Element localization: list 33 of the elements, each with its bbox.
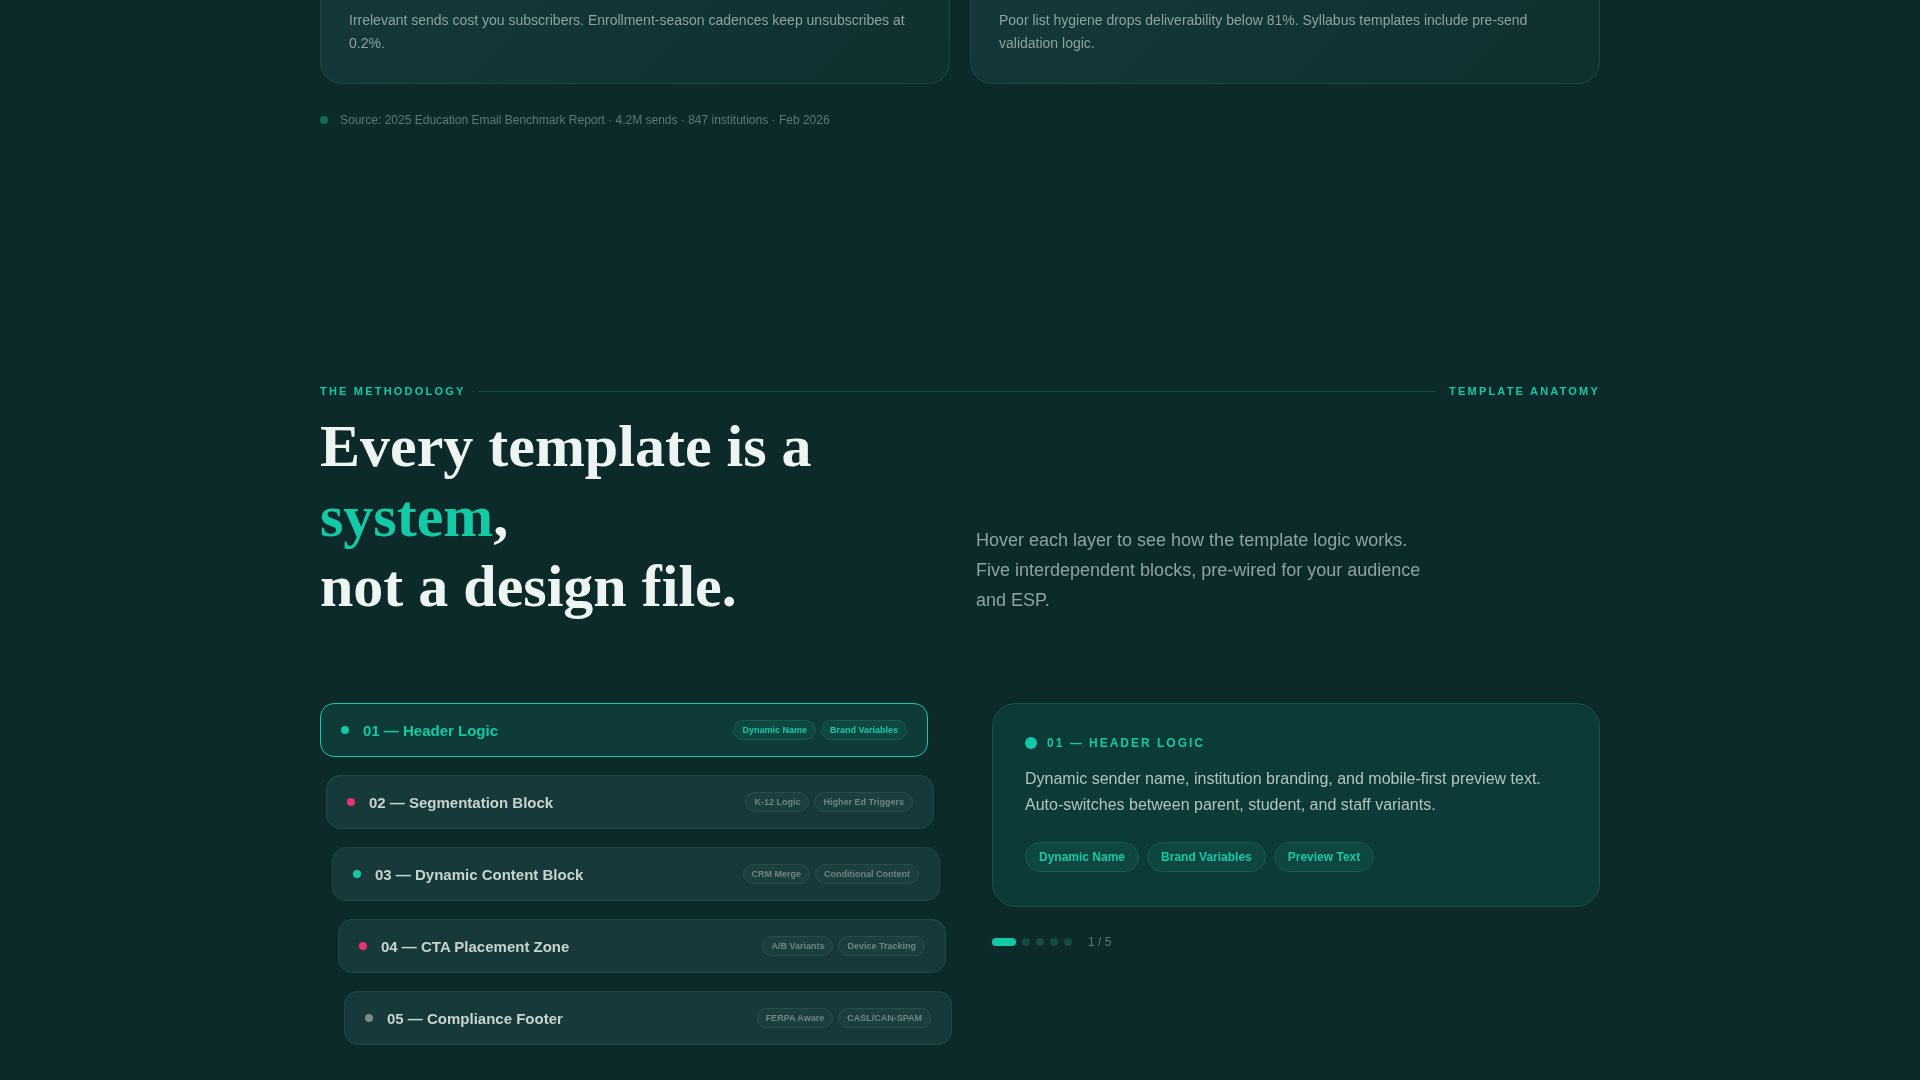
tag: Higher Ed Triggers <box>814 792 913 812</box>
tag: Brand Variables <box>820 720 907 740</box>
layer-item[interactable]: 04 — CTA Placement Zone A/B Variants Device Tracking <box>338 919 946 973</box>
pager-dot[interactable] <box>1050 938 1058 946</box>
tag: A/B Variants <box>762 936 834 956</box>
pager-dot[interactable] <box>1064 938 1072 946</box>
page-counter: 1 / 5 <box>1088 935 1112 949</box>
layer-item[interactable]: 02 — Segmentation Block K-12 Logic Higher Ed Triggers <box>326 775 934 829</box>
tag: FERPA Aware <box>756 1008 834 1028</box>
tag: CRM Merge <box>742 864 810 884</box>
tag: Conditional Content <box>815 864 919 884</box>
tag: K-12 Logic <box>745 792 810 812</box>
stat-text: Poor list hygiene drops deliverability below 81%. Syllabus templates include pre-send validation logic. <box>999 11 1529 53</box>
layer-item[interactable]: 01 — Header Logic Dynamic Name Brand Variables <box>320 703 928 757</box>
pager-dot[interactable] <box>1022 938 1030 946</box>
section-eyebrow: TEMPLATE ANATOMY <box>1449 385 1600 397</box>
tag: Dynamic Name <box>733 720 816 740</box>
layer-item[interactable]: 03 — Dynamic Content Block CRM Merge Conditional Content <box>332 847 940 901</box>
stat-text: Irrelevant sends cost you subscribers. Enrollment-season cadences keep unsubscribes at 0.2%. <box>349 11 906 53</box>
tag: Brand Variables <box>1147 842 1266 872</box>
detail-text: Dynamic sender name, institution branding, and mobile-first preview text. Auto-switches between parent, student, and staff variants. <box>1025 769 1542 815</box>
tag: Device Tracking <box>838 936 925 956</box>
layer-item[interactable]: 05 — Compliance Footer FERPA Aware CASL/CAN-SPAM <box>344 991 952 1045</box>
tag: Dynamic Name <box>1025 842 1140 872</box>
tag: CASL/CAN-SPAM <box>838 1008 931 1028</box>
intro-text: Hover each layer to see how the template logic works. Five interdependent blocks, pre-wired for your audience and ESP. <box>976 529 1422 612</box>
pager-dot[interactable] <box>1036 938 1044 946</box>
status-dot <box>1025 737 1037 749</box>
detail-title: 01 — HEADER LOGIC <box>1047 736 1206 750</box>
section-eyebrow: THE METHODOLOGY <box>320 385 466 397</box>
tag: Preview Text <box>1273 842 1375 872</box>
section-heading: Every template is a system, not a design file. <box>320 412 813 621</box>
source-note: Source: 2025 Education Email Benchmark Report · 4.2M sends · 847 institutions · Feb 2026 <box>340 113 830 127</box>
